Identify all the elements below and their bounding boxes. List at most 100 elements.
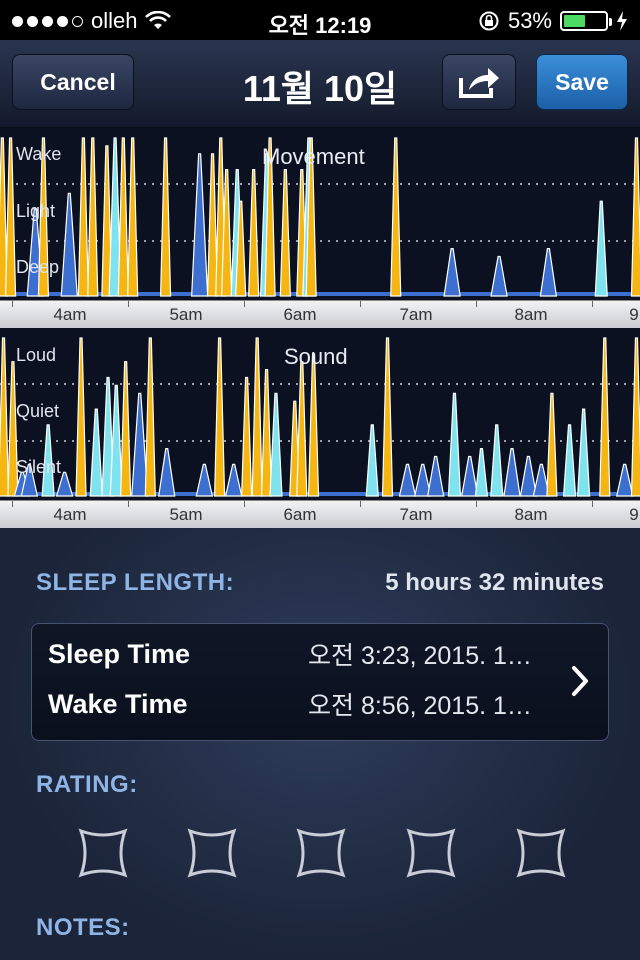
charging-icon: [617, 11, 627, 31]
sound-spike: [519, 455, 538, 497]
share-button[interactable]: [442, 54, 516, 110]
sound-spike: [296, 361, 308, 497]
sound-level-loud: Loud: [16, 345, 57, 365]
rating-stars: [0, 828, 640, 878]
sleep-wake-time-card[interactable]: Sleep Time 오전 3:23, 2015. 1… Wake Time 오…: [31, 623, 609, 741]
rotation-lock-icon: [479, 11, 499, 31]
movement-spike: [87, 137, 99, 297]
movement-spike: [77, 137, 89, 297]
status-bar: olleh 오전 12:19 53%: [0, 0, 640, 40]
sound-spike: [630, 337, 640, 497]
sound-spike: [615, 463, 634, 497]
sound-level-quiet: Quiet: [16, 401, 60, 421]
sound-spike: [576, 408, 591, 497]
sleep-time-label: Sleep Time: [48, 638, 191, 669]
status-right: 53%: [478, 8, 628, 34]
sound-spike: [447, 392, 462, 497]
sound-tick-6am: 6am: [283, 505, 317, 524]
movement-spike: [159, 137, 172, 297]
wake-time-label: Wake Time: [48, 688, 188, 719]
sound-spike: [461, 455, 479, 497]
sound-chart: Sound Loud Quiet Silent: [0, 328, 640, 500]
sound-tick-5am: 5am: [169, 505, 203, 524]
sound-spike: [599, 337, 611, 497]
rating-label: RATING:: [36, 771, 138, 798]
wake-time-row: Wake Time 오전 8:56, 2015. 1…: [48, 684, 558, 724]
sound-spike: [224, 463, 243, 497]
movement-tick-8am: 8am: [514, 305, 548, 324]
sound-spike: [503, 448, 521, 497]
sound-spike: [365, 424, 379, 497]
sound-spike: [546, 392, 558, 497]
movement-spike: [630, 137, 640, 297]
rating-star-icon[interactable]: [406, 828, 456, 878]
sound-spike: [260, 369, 273, 497]
movement-spike: [60, 192, 78, 297]
sleep-details-panel: SLEEP LENGTH: 5 hours 32 minutes Sleep T…: [0, 528, 640, 960]
sleep-length-value: 5 hours 32 minutes: [385, 569, 604, 596]
movement-spike: [539, 248, 558, 297]
save-button[interactable]: Save: [536, 54, 628, 110]
movement-spike: [117, 137, 129, 297]
movement-time-axis: 4am 5am 6am 7am 8am 9: [0, 300, 640, 328]
sound-spike: [144, 337, 156, 497]
sleep-time-value: 오전 3:23, 2015. 1…: [308, 642, 532, 670]
movement-tick-4am: 4am: [53, 305, 87, 324]
sound-spike: [251, 337, 263, 497]
movement-spike: [191, 153, 209, 297]
movement-spike: [490, 255, 508, 297]
sound-tick-9am: 9: [629, 505, 639, 524]
sound-time-axis: 4am 5am 6am 7am 8am 9: [0, 500, 640, 528]
movement-spike: [248, 169, 260, 297]
movement-spike: [594, 200, 608, 297]
sound-spike: [426, 455, 445, 497]
movement-spike: [127, 137, 139, 297]
sound-spike: [474, 448, 489, 497]
sound-tick-8am: 8am: [514, 505, 548, 524]
sleep-length-label: SLEEP LENGTH:: [36, 569, 235, 596]
wake-time-value: 오전 8:56, 2015. 1…: [308, 692, 532, 720]
movement-spike: [443, 248, 461, 297]
sound-spike: [0, 337, 10, 497]
sound-spike: [120, 361, 132, 497]
movement-tick-9am: 9: [629, 305, 639, 324]
movement-chart: Movement Wake Light Deep: [0, 128, 640, 300]
movement-level-light: Light: [16, 201, 56, 221]
sound-spike: [398, 463, 417, 497]
movement-level-wake: Wake: [16, 144, 62, 164]
rating-star-icon[interactable]: [187, 828, 237, 878]
sound-spike: [240, 376, 253, 497]
sound-spike: [158, 448, 176, 497]
sound-spike: [213, 337, 226, 497]
sound-spike: [562, 424, 577, 497]
rating-star-icon[interactable]: [78, 828, 128, 878]
rating-star-icon[interactable]: [296, 828, 346, 878]
sound-spike: [195, 463, 214, 497]
battery-icon: [560, 11, 612, 31]
movement-chart-title: Movement: [262, 144, 365, 169]
movement-spike: [279, 169, 291, 297]
sound-spike: [307, 353, 320, 497]
sound-spike: [490, 424, 504, 497]
movement-tick-6am: 6am: [283, 305, 317, 324]
movement-tick-7am: 7am: [399, 305, 433, 324]
movement-spike: [390, 137, 402, 297]
sound-level-silent: Silent: [16, 457, 62, 477]
share-icon: [459, 68, 499, 98]
battery-percent: 53%: [507, 8, 552, 33]
sound-chart-title: Sound: [284, 344, 348, 369]
sound-spike: [89, 408, 103, 497]
chevron-right-icon: [572, 666, 588, 696]
movement-level-deep: Deep: [16, 257, 60, 277]
movement-spike: [4, 137, 17, 297]
rating-star-icon[interactable]: [516, 828, 566, 878]
sleep-time-row: Sleep Time 오전 3:23, 2015. 1…: [48, 634, 558, 674]
sound-spike: [381, 337, 394, 497]
navigation-bar: Cancel 11월 10일 Save: [0, 40, 640, 128]
sound-spike: [75, 337, 87, 497]
sound-spike: [269, 392, 283, 497]
notes-label: NOTES:: [36, 914, 130, 941]
movement-tick-5am: 5am: [169, 305, 203, 324]
sound-tick-7am: 7am: [399, 505, 433, 524]
sound-tick-4am: 4am: [53, 505, 87, 524]
